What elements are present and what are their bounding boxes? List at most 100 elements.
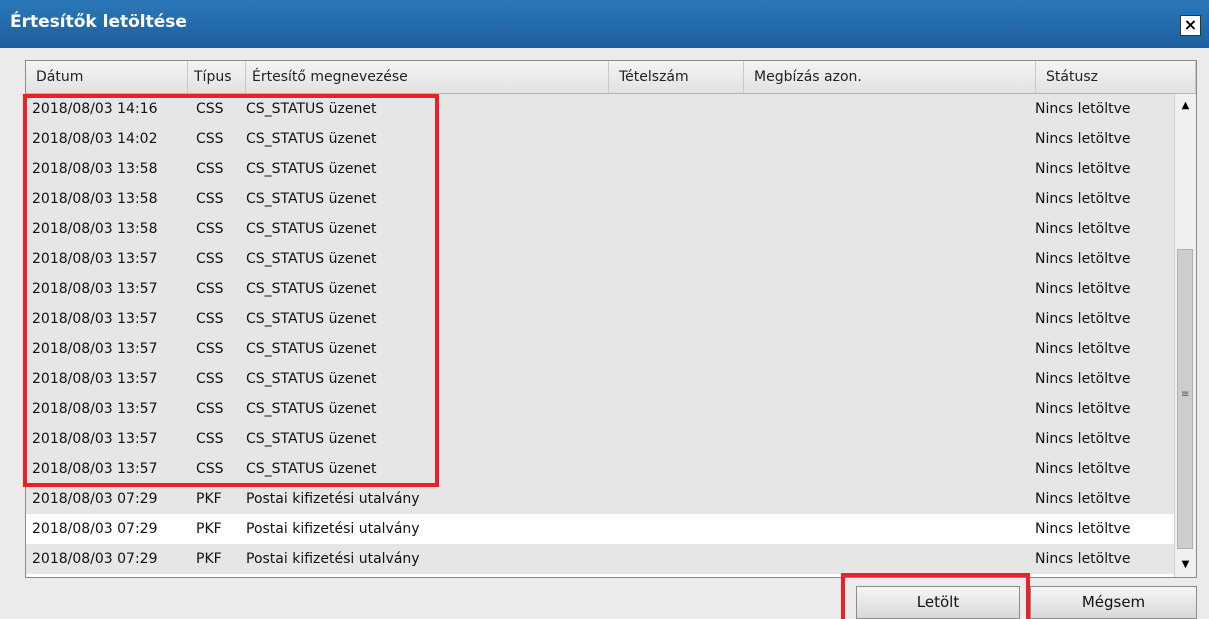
cell-order-id [751,214,1031,244]
cell-type: CSS [196,191,224,207]
cell-item-number [616,154,741,184]
cell-item-number [616,184,741,214]
close-icon[interactable]: × [1180,15,1201,36]
table-row[interactable]: 2018/08/03 13:57 CSS CS_STATUS üzenet Nincs… [26,334,1174,364]
cell-date: 2018/08/03 13:57 [32,311,158,327]
cell-type: CSS [196,101,224,117]
cell-status: Nincs letöltve [1035,101,1131,117]
scroll-down-arrow-icon[interactable]: ▼ [1176,555,1195,575]
cell-date: 2018/08/03 07:29 [32,521,158,537]
cell-status: Nincs letöltve [1035,251,1131,267]
cell-status: Nincs letöltve [1035,311,1131,327]
column-header-date[interactable]: Dátum [26,61,188,93]
cell-order-id [751,184,1031,214]
table-row[interactable]: 2018/08/03 14:02 CSS CS_STATUS üzenet Nincs… [26,124,1174,154]
notifications-list[interactable]: Dátum Típus Értesítő megnevezése Tételsz… [25,60,1197,578]
cell-date: 2018/08/03 13:58 [32,221,158,237]
cell-status: Nincs letöltve [1035,491,1131,507]
cell-item-number [616,244,741,274]
table-row[interactable]: 2018/08/03 13:57 CSS CS_STATUS üzenet Nincs… [26,304,1174,334]
cell-order-id [751,454,1031,484]
table-row[interactable]: 2018/08/03 13:57 CSS CS_STATUS üzenet Nincs… [26,244,1174,274]
cell-name: CS_STATUS üzenet [246,401,377,417]
list-header: Dátum Típus Értesítő megnevezése Tételsz… [26,61,1196,94]
table-row[interactable]: 2018/08/03 13:57 CSS CS_STATUS üzenet Nincs… [26,424,1174,454]
cell-name: CS_STATUS üzenet [246,341,377,357]
cell-order-id [751,94,1031,124]
cell-type: CSS [196,341,224,357]
cell-name: Postai kifizetési utalvány [246,491,420,507]
cell-name: CS_STATUS üzenet [246,251,377,267]
cell-status: Nincs letöltve [1035,281,1131,297]
cell-status: Nincs letöltve [1035,521,1131,537]
cell-name: CS_STATUS üzenet [246,431,377,447]
cell-type: CSS [196,131,224,147]
cell-item-number [616,424,741,454]
cell-name: CS_STATUS üzenet [246,281,377,297]
cell-order-id [751,274,1031,304]
cell-type: CSS [196,281,224,297]
cell-order-id [751,424,1031,454]
cell-name: CS_STATUS üzenet [246,221,377,237]
cell-order-id [751,364,1031,394]
cell-date: 2018/08/03 13:57 [32,461,158,477]
table-row[interactable]: 2018/08/03 13:58 CSS CS_STATUS üzenet Nincs… [26,184,1174,214]
cell-type: PKF [196,551,222,567]
window-titlebar: Értesítők letöltése × [0,0,1209,48]
cell-name: CS_STATUS üzenet [246,311,377,327]
cell-date: 2018/08/03 14:02 [32,131,158,147]
cell-date: 2018/08/03 13:57 [32,251,158,267]
cancel-button[interactable]: Mégsem [1030,586,1197,619]
cell-item-number [616,454,741,484]
cell-name: Postai kifizetési utalvány [246,551,420,567]
column-header-status[interactable]: Státusz [1036,61,1196,93]
cell-status: Nincs letöltve [1035,461,1131,477]
cell-name: CS_STATUS üzenet [246,461,377,477]
table-row[interactable]: 2018/08/03 14:16 CSS CS_STATUS üzenet Nincs… [26,94,1174,124]
cell-item-number [616,304,741,334]
cell-name: CS_STATUS üzenet [246,101,377,117]
table-row[interactable]: 2018/08/03 13:57 CSS CS_STATUS üzenet Nincs… [26,274,1174,304]
cell-date: 2018/08/03 13:57 [32,431,158,447]
scrollbar-thumb[interactable]: ≡ [1177,249,1193,549]
cell-item-number [616,484,741,514]
cell-item-number [616,124,741,154]
table-row[interactable]: 2018/08/03 13:57 CSS CS_STATUS üzenet Nincs… [26,454,1174,484]
cell-name: CS_STATUS üzenet [246,131,377,147]
cell-item-number [616,274,741,304]
column-header-name[interactable]: Értesítő megnevezése [246,61,609,93]
vertical-scrollbar[interactable]: ▲ ≡ ▼ [1174,94,1196,577]
table-row[interactable]: 2018/08/03 13:58 CSS CS_STATUS üzenet Nincs… [26,154,1174,184]
column-header-order-id[interactable]: Megbízás azon. [744,61,1036,93]
cell-status: Nincs letöltve [1035,221,1131,237]
scroll-grip-icon: ≡ [1181,389,1190,400]
cell-item-number [616,514,741,544]
table-row[interactable]: 2018/08/03 13:57 CSS CS_STATUS üzenet Nincs… [26,364,1174,394]
cell-type: CSS [196,461,224,477]
column-header-item-number[interactable]: Tételszám [609,61,744,93]
scroll-up-arrow-icon[interactable]: ▲ [1176,96,1195,116]
cell-order-id [751,514,1031,544]
column-header-type[interactable]: Típus [188,61,246,93]
cell-order-id [751,154,1031,184]
cell-name: CS_STATUS üzenet [246,191,377,207]
download-button[interactable]: Letölt [856,586,1020,619]
cell-type: CSS [196,161,224,177]
cell-date: 2018/08/03 14:16 [32,101,158,117]
cell-status: Nincs letöltve [1035,401,1131,417]
cell-order-id [751,124,1031,154]
cell-date: 2018/08/03 13:57 [32,281,158,297]
cell-order-id [751,394,1031,424]
table-row[interactable]: 2018/08/03 13:58 CSS CS_STATUS üzenet Nincs… [26,214,1174,244]
table-row[interactable]: 2018/08/03 07:29 PKF Postai kifizetési uta… [26,514,1174,544]
cell-order-id [751,244,1031,274]
table-row[interactable]: 2018/08/03 07:29 PKF Postai kifizetési uta… [26,484,1174,514]
cell-item-number [616,334,741,364]
cell-status: Nincs letöltve [1035,551,1131,567]
cell-status: Nincs letöltve [1035,161,1131,177]
table-row[interactable]: 2018/08/03 13:57 CSS CS_STATUS üzenet Nincs… [26,394,1174,424]
cell-status: Nincs letöltve [1035,431,1131,447]
cell-type: CSS [196,431,224,447]
cell-item-number [616,364,741,394]
table-row[interactable]: 2018/08/03 07:29 PKF Postai kifizetési uta… [26,544,1174,574]
